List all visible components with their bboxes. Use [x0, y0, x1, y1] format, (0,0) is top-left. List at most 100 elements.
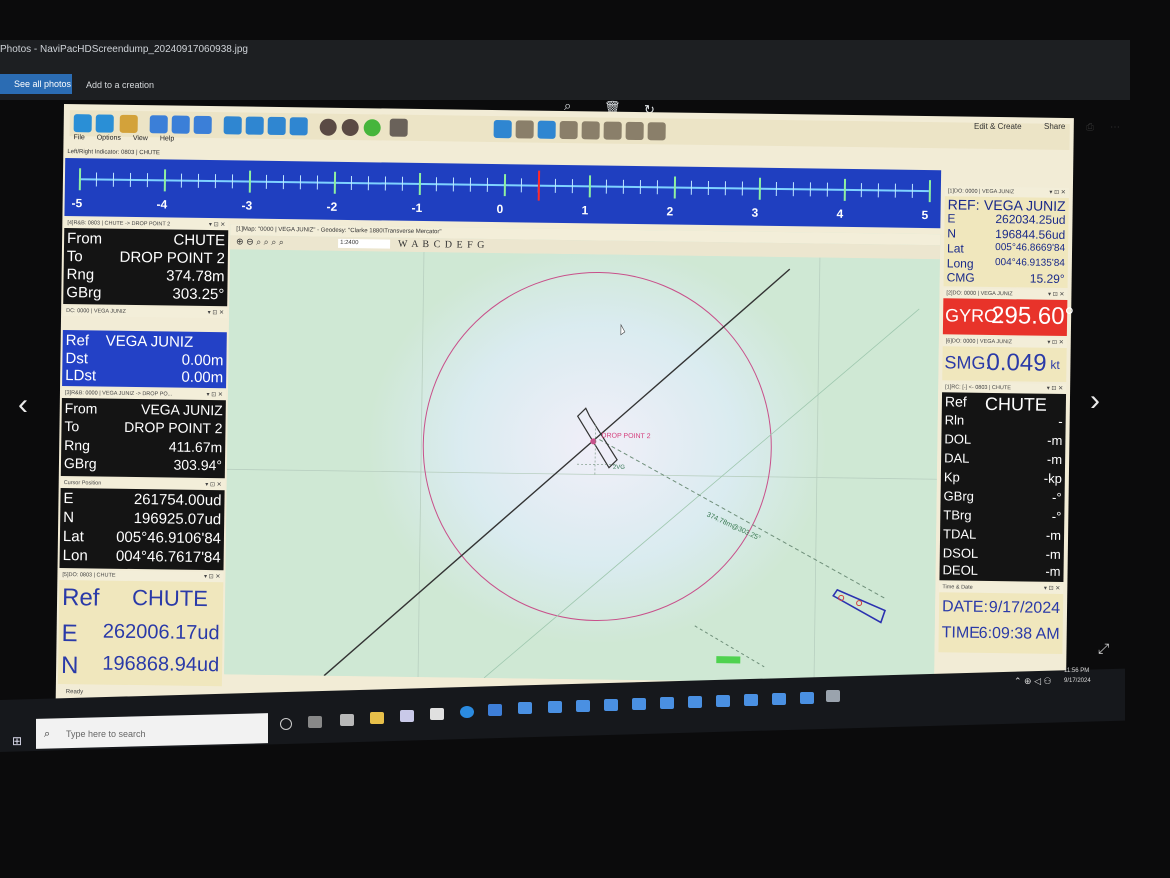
share-button[interactable]: Share	[1044, 122, 1065, 131]
panel-controls[interactable]: ▾ ⊡ ✕	[208, 308, 225, 318]
menu-options[interactable]: Options	[97, 134, 121, 141]
toolbar-icon-10[interactable]	[289, 117, 308, 136]
map-zoom-icons[interactable]: ⊕ ⊖ ⌕ ⌕ ⌕ ⌕	[236, 236, 284, 248]
photos-app-icon[interactable]	[826, 690, 840, 702]
toolbar-icon-8[interactable]	[245, 116, 264, 135]
lr-major-tick	[928, 180, 932, 203]
time-body: DATE: 9/17/2024 TIME 6:09:38 AM	[938, 592, 1064, 654]
toolbar-icon-5[interactable]	[171, 115, 190, 134]
dc-title: DC: 0000 | VEGA JUNIZ	[66, 308, 126, 315]
app-icon-1[interactable]	[400, 710, 414, 722]
rc-row-dal: DAL -m	[944, 450, 1063, 467]
map-canvas[interactable]: DROP POINT 2 2VG 374.78m@303.25°	[224, 244, 940, 685]
window-title: Photos - NaviPacHDScreendump_20240917060…	[0, 44, 248, 55]
rc-row-ref: Ref CHUTE	[944, 393, 1048, 415]
app-icon-9[interactable]	[688, 696, 702, 708]
toolbar-icon-19[interactable]	[647, 122, 666, 141]
lr-indicator-title: Left/Right Indicator: 0803 | CHUTE	[67, 149, 160, 157]
panel-controls[interactable]: ▾ ⊡ ✕	[209, 220, 226, 230]
toolbar-icon-6[interactable]	[193, 115, 212, 135]
file-explorer-icon[interactable]	[370, 712, 384, 724]
app-icon-5[interactable]	[576, 700, 590, 712]
rb2-row-rng: Rng 411.67m	[64, 437, 223, 456]
more-options-icon[interactable]: ⋯	[1110, 122, 1120, 133]
rc-row-dol: DOL -m	[944, 431, 1063, 448]
map-layer-buttons[interactable]: W A B C D E F G	[398, 239, 485, 251]
cursor-row-lat: Lat 005°46.9106'84	[62, 528, 222, 548]
toolbar-icon-15[interactable]	[559, 120, 578, 140]
next-photo-icon[interactable]: ›	[1090, 384, 1100, 418]
toolbar-icon-3[interactable]	[119, 114, 138, 134]
app-icon-13[interactable]	[800, 692, 814, 704]
menu-file[interactable]: File	[73, 134, 84, 141]
see-all-photos-button[interactable]: See all photos	[0, 74, 72, 94]
fullscreen-icon[interactable]: ⤢	[1098, 640, 1109, 657]
lr-minor-tick	[469, 177, 472, 192]
toolbar-icon-4[interactable]	[149, 115, 168, 134]
panel-controls[interactable]: ▾ ⊡ ✕	[1047, 338, 1064, 348]
rb2-row-from: From VEGA JUNIZ	[64, 400, 223, 419]
panel-controls[interactable]: ▾ ⊡ ✕	[206, 390, 223, 400]
toolbar-icon-18[interactable]	[625, 121, 644, 141]
lr-scale-label: 3	[751, 205, 759, 220]
tray-date[interactable]: 9/17/2024	[1064, 678, 1091, 684]
panel-controls[interactable]: ▾ ⊡ ✕	[205, 480, 222, 490]
tray-time[interactable]: 11:56 PM	[1064, 668, 1089, 674]
cursor-row-lon: Lon 004°46.7617'84	[62, 547, 221, 567]
taskbar-search-placeholder[interactable]: Type here to search	[66, 729, 146, 739]
windows-start-icon[interactable]: ⊞	[12, 734, 22, 748]
system-tray-icons[interactable]: ⌃ ⊕ ◁ ⚇	[1014, 676, 1052, 687]
rc-panel: [1]RC: [-] <- 0803 | CHUTE ▾ ⊡ ✕ Ref CHUTE…	[939, 382, 1067, 583]
cortana-icon[interactable]	[280, 718, 292, 730]
dc-row-ref: Ref VEGA JUNIZ	[65, 332, 194, 351]
panel-controls[interactable]: ▾ ⊡ ✕	[1047, 384, 1064, 394]
lr-minor-tick	[214, 174, 217, 189]
rb2-body: From VEGA JUNIZ To DROP POINT 2 Rng 411.67m…	[60, 397, 226, 479]
edge-icon[interactable]	[460, 706, 474, 718]
app-icon-3[interactable]	[518, 702, 532, 714]
map-scale-select[interactable]: 1:2400	[338, 238, 391, 249]
task-view-icon[interactable]	[308, 716, 322, 728]
app-icon-11[interactable]	[744, 694, 758, 706]
lr-minor-tick	[792, 182, 794, 197]
menu-view[interactable]: View	[133, 135, 148, 142]
lr-minor-tick	[486, 177, 489, 192]
app-icon-8[interactable]	[660, 697, 674, 709]
panel-controls[interactable]: ▾ ⊡ ✕	[204, 572, 221, 582]
do-chute-row-ref: Ref CHUTE	[61, 584, 209, 612]
menu-bar: File Options View Help	[73, 134, 184, 143]
menu-help[interactable]: Help	[160, 135, 175, 142]
lr-minor-tick	[741, 181, 743, 196]
mail-icon[interactable]	[430, 708, 444, 720]
add-to-creation-button[interactable]: Add to a creation	[86, 80, 154, 90]
edit-create-button[interactable]: Edit & Create	[974, 122, 1022, 131]
app-icon-4[interactable]	[548, 701, 562, 713]
toolbar-icon-13[interactable]	[515, 120, 534, 139]
panel-controls[interactable]: ▾ ⊡ ✕	[1049, 188, 1066, 198]
toolbar-icon-14[interactable]	[537, 120, 556, 139]
toolbar-icon-2[interactable]	[95, 114, 114, 133]
store-icon[interactable]	[340, 714, 354, 726]
toolbar-icon-7[interactable]	[223, 116, 242, 135]
toolbar-icon-17[interactable]	[603, 121, 622, 140]
app-icon-12[interactable]	[772, 693, 786, 705]
previous-photo-icon[interactable]: ‹	[18, 388, 28, 422]
panel-controls[interactable]: ▾ ⊡ ✕	[1044, 584, 1061, 594]
app-icon-6[interactable]	[604, 699, 618, 711]
app-icon-10[interactable]	[716, 695, 730, 707]
toolbar-icon-1[interactable]	[73, 114, 92, 133]
do-vega-body: REF: VEGA JUNIZ E 262034.25ud N 196844.56ud…	[943, 196, 1069, 289]
print-icon[interactable]: ⎙	[1086, 122, 1094, 133]
app-icon-2[interactable]	[488, 704, 502, 716]
toolbar-icon-12[interactable]	[493, 120, 512, 139]
panel-controls[interactable]: ▾ ⊡ ✕	[1048, 290, 1065, 300]
rc-row-tbrg: TBrg -°	[943, 507, 1062, 524]
map-panel: [1]Map: "0000 | VEGA JUNIZ" - Geodesy: "…	[224, 224, 941, 685]
lr-scale-label: 2	[666, 204, 674, 219]
app-icon-7[interactable]	[632, 698, 646, 710]
toolbar-icon-16[interactable]	[581, 121, 600, 140]
toolbar-icon-9[interactable]	[267, 116, 286, 136]
cursor-title: Cursor Position	[63, 480, 102, 487]
lr-minor-tick	[605, 179, 607, 194]
toolbar-icon-11[interactable]	[389, 118, 408, 137]
